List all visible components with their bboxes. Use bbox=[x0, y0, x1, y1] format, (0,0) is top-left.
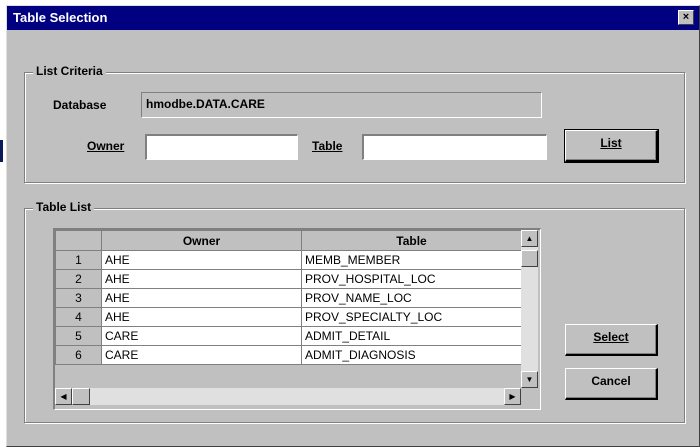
owner-label-text: Owner bbox=[87, 139, 125, 153]
owner-input[interactable] bbox=[145, 134, 298, 160]
down-arrow-icon[interactable]: ▼ bbox=[521, 371, 538, 388]
row-number[interactable]: 4 bbox=[55, 307, 102, 327]
owner-cell[interactable]: CARE bbox=[101, 326, 302, 346]
cancel-button-label: Cancel bbox=[591, 374, 631, 388]
owner-cell[interactable]: CARE bbox=[101, 345, 302, 365]
window-title: Table Selection bbox=[13, 10, 108, 25]
table-row[interactable]: 1 AHE MEMB_MEMBER bbox=[55, 250, 522, 270]
select-button-label: Select bbox=[593, 330, 629, 344]
row-number[interactable]: 6 bbox=[55, 345, 102, 365]
row-number[interactable]: 5 bbox=[55, 326, 102, 346]
list-criteria-group: List Criteria bbox=[24, 64, 685, 183]
table-row[interactable]: 4 AHE PROV_SPECIALTY_LOC bbox=[55, 307, 522, 327]
close-icon[interactable]: × bbox=[678, 10, 694, 25]
table-input[interactable] bbox=[362, 134, 547, 160]
title-bar: Table Selection × bbox=[7, 6, 699, 30]
database-field: hmodbe.DATA.CARE bbox=[141, 92, 542, 118]
column-header-table[interactable]: Table bbox=[301, 230, 522, 251]
row-number[interactable]: 3 bbox=[55, 288, 102, 308]
left-arrow-icon[interactable]: ◀ bbox=[55, 388, 72, 405]
row-number[interactable]: 1 bbox=[55, 250, 102, 270]
table-cell[interactable]: PROV_NAME_LOC bbox=[301, 288, 522, 308]
table-row[interactable]: 6 CARE ADMIT_DIAGNOSIS bbox=[55, 345, 522, 365]
database-label: Database bbox=[53, 98, 107, 112]
list-button-label: List bbox=[600, 136, 622, 150]
row-number[interactable]: 2 bbox=[55, 269, 102, 289]
select-button[interactable]: Select bbox=[565, 324, 658, 356]
owner-cell[interactable]: AHE bbox=[101, 307, 302, 327]
up-arrow-icon[interactable]: ▲ bbox=[521, 230, 538, 247]
table-label-text: Table bbox=[312, 139, 343, 153]
table-cell[interactable]: PROV_HOSPITAL_LOC bbox=[301, 269, 522, 289]
table-list: Owner Table 1 AHE MEMB_MEMBER 2 AHE PROV… bbox=[55, 230, 522, 365]
table-cell[interactable]: ADMIT_DETAIL bbox=[301, 326, 522, 346]
table-cell[interactable]: PROV_SPECIALTY_LOC bbox=[301, 307, 522, 327]
background-edge bbox=[0, 140, 3, 162]
table-cell[interactable]: ADMIT_DIAGNOSIS bbox=[301, 345, 522, 365]
row-header-corner bbox=[55, 230, 102, 251]
scroll-thumb-horizontal[interactable] bbox=[72, 388, 90, 405]
table-row[interactable]: 3 AHE PROV_NAME_LOC bbox=[55, 288, 522, 308]
owner-cell[interactable]: AHE bbox=[101, 288, 302, 308]
table-list-grid[interactable]: Owner Table 1 AHE MEMB_MEMBER 2 AHE PROV… bbox=[53, 228, 541, 410]
right-arrow-icon[interactable]: ▶ bbox=[504, 388, 521, 405]
table-label: Table bbox=[312, 139, 342, 153]
list-criteria-legend: List Criteria bbox=[33, 64, 106, 78]
cancel-button[interactable]: Cancel bbox=[565, 368, 658, 400]
table-header-row: Owner Table bbox=[55, 230, 522, 251]
table-cell[interactable]: MEMB_MEMBER bbox=[301, 250, 522, 270]
list-button[interactable]: List bbox=[564, 129, 659, 163]
scroll-thumb-vertical[interactable] bbox=[521, 250, 538, 267]
table-list-legend: Table List bbox=[33, 200, 95, 214]
owner-label: Owner bbox=[87, 139, 124, 153]
table-row[interactable]: 5 CARE ADMIT_DETAIL bbox=[55, 326, 522, 346]
table-row[interactable]: 2 AHE PROV_HOSPITAL_LOC bbox=[55, 269, 522, 289]
vertical-scrollbar[interactable]: ▲ ▼ bbox=[521, 230, 538, 388]
scrollbar-corner bbox=[521, 388, 538, 405]
owner-cell[interactable]: AHE bbox=[101, 269, 302, 289]
horizontal-scrollbar[interactable]: ◀ ▶ bbox=[55, 388, 538, 405]
table-selection-dialog: Table Selection × List Criteria Database… bbox=[6, 5, 700, 447]
column-header-owner[interactable]: Owner bbox=[101, 230, 302, 251]
owner-cell[interactable]: AHE bbox=[101, 250, 302, 270]
